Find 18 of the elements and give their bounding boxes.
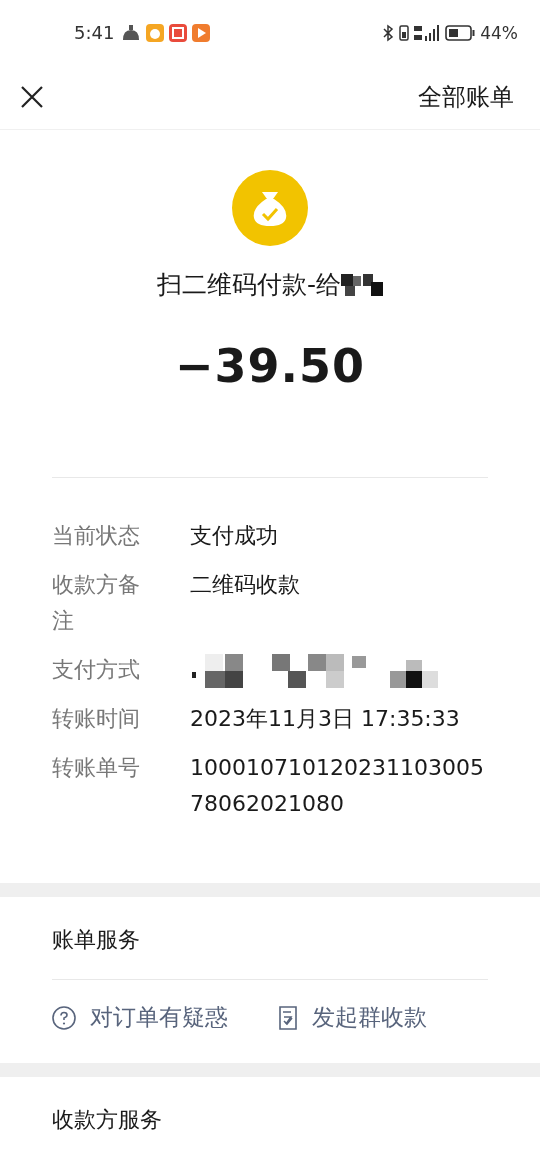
section-title: 账单服务 [52, 926, 141, 954]
action-link[interactable]: 对订单有疑惑 [52, 1002, 228, 1033]
all-bills-link[interactable]: 全部账单 [418, 81, 514, 113]
field-value: 10001071012023110300578062021080 [190, 754, 485, 818]
status-time: 5:41 [74, 22, 115, 43]
field-label: 支付方式 [52, 656, 141, 684]
field-label: 转账单号 [52, 754, 141, 782]
bill-title: 扫二维码付款-给 [157, 269, 341, 301]
field-value: 支付成功 [190, 522, 279, 550]
field-label: 收款方备注 [52, 571, 141, 635]
field-label: 转账时间 [52, 705, 141, 733]
field-value: 二维码收款 [190, 571, 301, 599]
field-value: 2023年11月3日 17:35:33 [190, 705, 461, 733]
battery-percent: 44% [480, 22, 518, 43]
amount: −39.50 [174, 339, 365, 393]
section-title: 收款方服务 [52, 1106, 163, 1134]
action-link[interactable]: 发起群收款 [278, 1002, 427, 1033]
field-label: 当前状态 [52, 522, 141, 550]
